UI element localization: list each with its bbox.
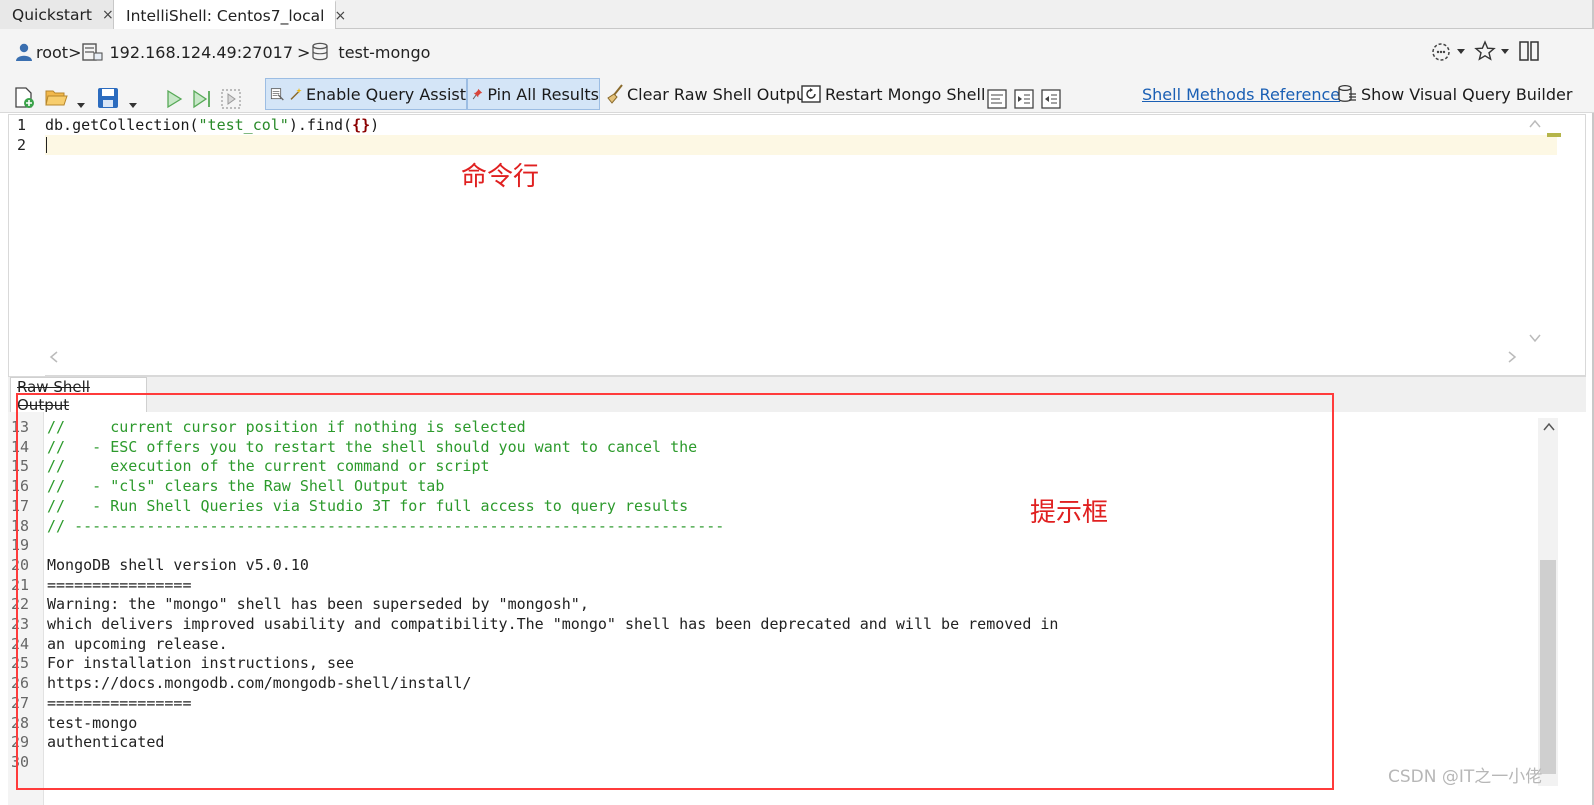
user-segment[interactable]: root > bbox=[14, 42, 81, 62]
split-view-icon[interactable] bbox=[1518, 40, 1540, 62]
open-folder-icon[interactable] bbox=[44, 82, 70, 114]
tab-label: Quickstart bbox=[12, 5, 92, 24]
host-label: 192.168.124.49:27017 bbox=[109, 42, 294, 62]
scroll-up-icon[interactable] bbox=[1529, 119, 1541, 129]
tab-quickstart[interactable]: Quickstart × bbox=[0, 0, 114, 29]
format-icon[interactable] bbox=[986, 83, 1008, 115]
breadcrumb-separator: > bbox=[297, 42, 311, 62]
scroll-up-icon[interactable] bbox=[1543, 422, 1555, 432]
query-editor[interactable]: 1 2 db.getCollection("test_col").find({}… bbox=[8, 114, 1586, 377]
clear-raw-shell-output-label: Clear Raw Shell Output bbox=[627, 84, 813, 104]
server-icon bbox=[82, 43, 104, 61]
enable-query-assist-button[interactable]: Enable Query Assist bbox=[265, 78, 467, 110]
chevron-down-icon[interactable] bbox=[1456, 48, 1466, 56]
database-icon bbox=[312, 42, 329, 61]
user-label: root bbox=[36, 42, 69, 62]
shell-methods-reference-link[interactable]: Shell Methods Reference bbox=[1142, 78, 1340, 110]
line-number: 1 bbox=[17, 116, 27, 134]
new-script-icon[interactable] bbox=[12, 82, 36, 114]
annotation-command-line: 命令行 bbox=[461, 162, 540, 192]
database-segment[interactable]: test-mongo bbox=[310, 42, 430, 62]
output-scrollbar-thumb[interactable] bbox=[1540, 560, 1556, 774]
breadcrumb-separator: > bbox=[68, 42, 82, 62]
host-segment[interactable]: 192.168.124.49:27017 > bbox=[81, 42, 310, 62]
show-visual-query-builder-label: Show Visual Query Builder bbox=[1361, 84, 1573, 104]
enable-query-assist-label: Enable Query Assist bbox=[306, 84, 466, 104]
save-icon[interactable] bbox=[96, 82, 120, 114]
code-token: db.getCollection( bbox=[45, 116, 199, 134]
code-line[interactable]: db.getCollection("test_col").find({}) bbox=[45, 115, 379, 135]
pin-all-results-button[interactable]: Pin All Results bbox=[467, 78, 600, 110]
restart-mongo-shell-button[interactable]: Restart Mongo Shell bbox=[800, 78, 985, 110]
query-builder-icon bbox=[1338, 84, 1356, 102]
connection-bar: root > 192.168.124.49:27017 > test-mongo bbox=[0, 29, 1594, 75]
toolbar: Enable Query Assist Pin All Results Clea… bbox=[0, 75, 1594, 113]
scroll-left-icon[interactable] bbox=[49, 351, 59, 363]
user-icon bbox=[16, 43, 32, 61]
tab-bar: Quickstart × IntelliShell: Centos7_local… bbox=[0, 0, 1594, 30]
pin-icon bbox=[472, 88, 483, 100]
star-icon[interactable] bbox=[1474, 40, 1496, 62]
code-string: "test_col" bbox=[198, 116, 289, 134]
shell-methods-reference-label: Shell Methods Reference bbox=[1142, 84, 1341, 104]
execute-statement-icon[interactable] bbox=[191, 83, 213, 115]
annotation-highlight-box bbox=[16, 393, 1334, 790]
show-visual-query-builder-button[interactable]: Show Visual Query Builder bbox=[1336, 78, 1572, 110]
close-icon[interactable]: × bbox=[102, 7, 114, 23]
tab-label: IntelliShell: Centos7_local bbox=[126, 7, 325, 25]
history-icon[interactable] bbox=[1430, 41, 1452, 63]
restart-icon bbox=[801, 85, 821, 103]
magic-wand-icon bbox=[290, 87, 302, 100]
code-token: ).find( bbox=[288, 116, 353, 134]
tab-intellishell[interactable]: IntelliShell: Centos7_local × bbox=[114, 0, 346, 30]
restart-mongo-shell-label: Restart Mongo Shell bbox=[825, 84, 986, 104]
query-assist-icon bbox=[270, 88, 284, 101]
scroll-right-icon[interactable] bbox=[1507, 351, 1517, 363]
current-line-highlight bbox=[45, 135, 1557, 155]
code-token: ) bbox=[370, 116, 380, 134]
execute-selection-icon[interactable] bbox=[220, 83, 242, 115]
text-cursor bbox=[46, 137, 47, 153]
broom-icon bbox=[607, 84, 623, 104]
code-braces: {} bbox=[352, 116, 371, 134]
clear-raw-shell-output-button[interactable]: Clear Raw Shell Output bbox=[604, 78, 812, 110]
indent-icon[interactable] bbox=[1013, 83, 1035, 115]
close-icon[interactable]: × bbox=[334, 8, 346, 24]
outdent-icon[interactable] bbox=[1040, 83, 1062, 115]
database-label: test-mongo bbox=[338, 42, 431, 62]
line-number: 2 bbox=[17, 136, 27, 154]
pin-all-results-label: Pin All Results bbox=[487, 84, 599, 104]
chevron-down-icon[interactable] bbox=[1500, 48, 1510, 56]
execute-icon[interactable] bbox=[164, 83, 184, 115]
scroll-down-icon[interactable] bbox=[1529, 333, 1541, 343]
overview-ruler-marker bbox=[1547, 133, 1561, 137]
watermark: CSDN @IT之一小佬 bbox=[1388, 767, 1543, 787]
